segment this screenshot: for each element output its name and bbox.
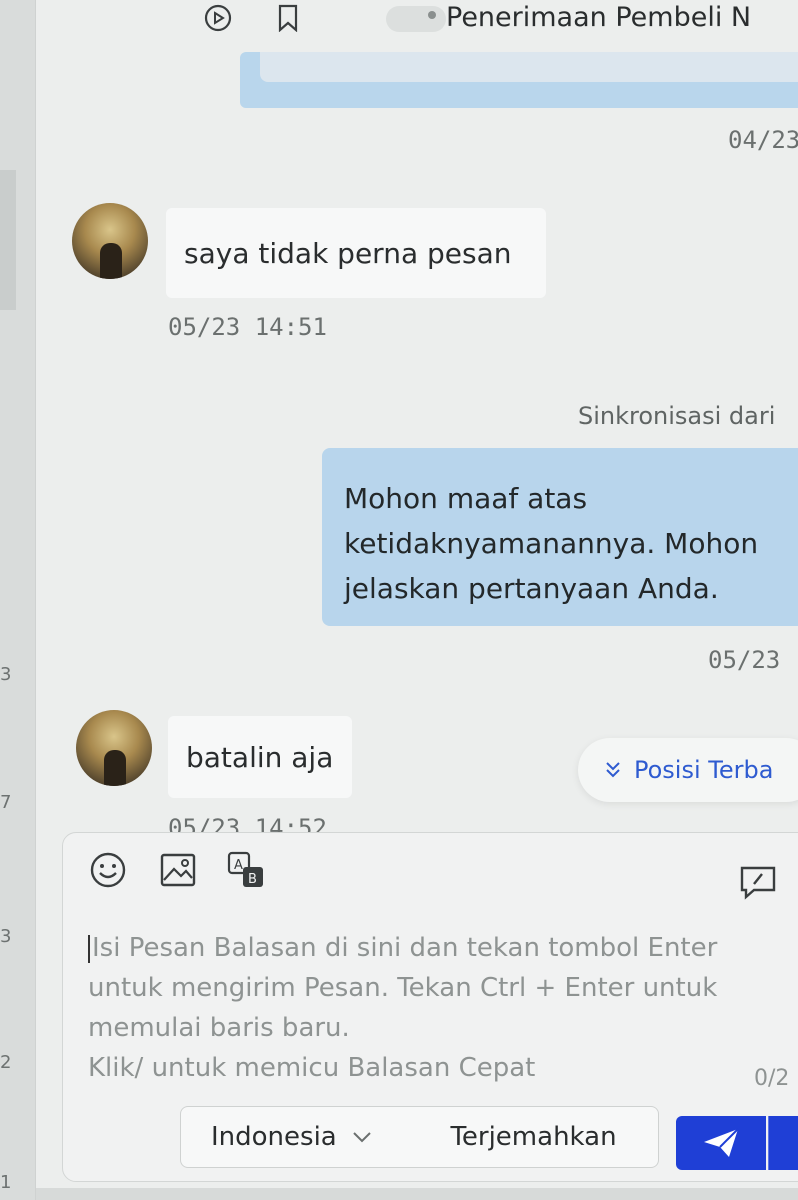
play-circle-icon[interactable] xyxy=(204,4,232,32)
left-panel-edge: 3 7 3 2 1 xyxy=(0,0,36,1200)
chevron-down-icon xyxy=(353,1132,371,1143)
jump-to-latest-label: Posisi Terba xyxy=(634,756,774,784)
avatar[interactable] xyxy=(72,203,148,279)
placeholder-line: Klik/ untuk memicu Balasan Cepat xyxy=(88,1053,536,1083)
smiley-icon[interactable] xyxy=(88,850,128,890)
panel-divider xyxy=(0,170,16,310)
sidebar-number: 7 xyxy=(0,792,12,813)
jump-to-latest-button[interactable]: Posisi Terba xyxy=(578,738,798,802)
language-value: Indonesia xyxy=(211,1122,335,1152)
sync-note: Sinkronisasi dari xyxy=(578,402,776,430)
message-text-line: Mohon maaf atas xyxy=(344,482,588,515)
window-bottom-edge xyxy=(36,1188,798,1200)
feedback-icon[interactable] xyxy=(738,862,778,902)
sent-message-content xyxy=(260,52,798,82)
image-icon[interactable] xyxy=(158,850,198,890)
message-text: batalin aja xyxy=(186,740,334,774)
message-text: saya tidak perna pesan xyxy=(184,236,512,270)
reply-input-placeholder[interactable]: Isi Pesan Balasan di sini dan tekan tomb… xyxy=(88,928,788,1088)
message-timestamp: 05/23 14:51 xyxy=(168,313,327,341)
message-text-line: jelaskan pertanyaan Anda. xyxy=(344,572,719,605)
character-counter: 0/2 xyxy=(754,1066,790,1091)
message-text-line: ketidaknyamanannya. Mohon xyxy=(344,527,759,560)
avatar[interactable] xyxy=(76,710,152,786)
translate-button[interactable]: Terjemahkan xyxy=(409,1106,659,1168)
placeholder-line: untuk mengirim Pesan. Tekan Ctrl + Enter… xyxy=(88,973,718,1003)
svg-text:A: A xyxy=(234,858,243,873)
language-select[interactable]: Indonesia xyxy=(180,1106,410,1168)
send-icon xyxy=(704,1128,739,1157)
svg-text:B: B xyxy=(248,872,257,887)
placeholder-line: Isi Pesan Balasan di sini dan tekan tomb… xyxy=(92,933,718,963)
page-title: Penerimaan Pembeli N xyxy=(428,2,751,33)
chevron-double-down-icon xyxy=(606,762,620,778)
sidebar-number: 2 xyxy=(0,1052,12,1073)
send-button[interactable] xyxy=(676,1116,766,1170)
sidebar-number: 3 xyxy=(0,664,12,685)
translate-icon[interactable]: AB xyxy=(226,850,266,890)
sent-message-bubble: Mohon maaf atas ketidaknyamanannya. Moho… xyxy=(322,448,798,626)
message-timestamp: 05/23 xyxy=(708,646,781,674)
bookmark-icon[interactable] xyxy=(274,4,302,32)
translate-label: Terjemahkan xyxy=(450,1122,617,1152)
received-message-bubble: saya tidak perna pesan xyxy=(166,208,546,298)
message-timestamp: 04/23 xyxy=(728,126,798,154)
send-options-button[interactable] xyxy=(768,1116,798,1170)
sidebar-number: 1 xyxy=(0,1172,12,1193)
placeholder-line: memulai baris baru. xyxy=(88,1013,350,1043)
sidebar-number: 3 xyxy=(0,926,12,947)
received-message-bubble: batalin aja xyxy=(168,716,352,798)
